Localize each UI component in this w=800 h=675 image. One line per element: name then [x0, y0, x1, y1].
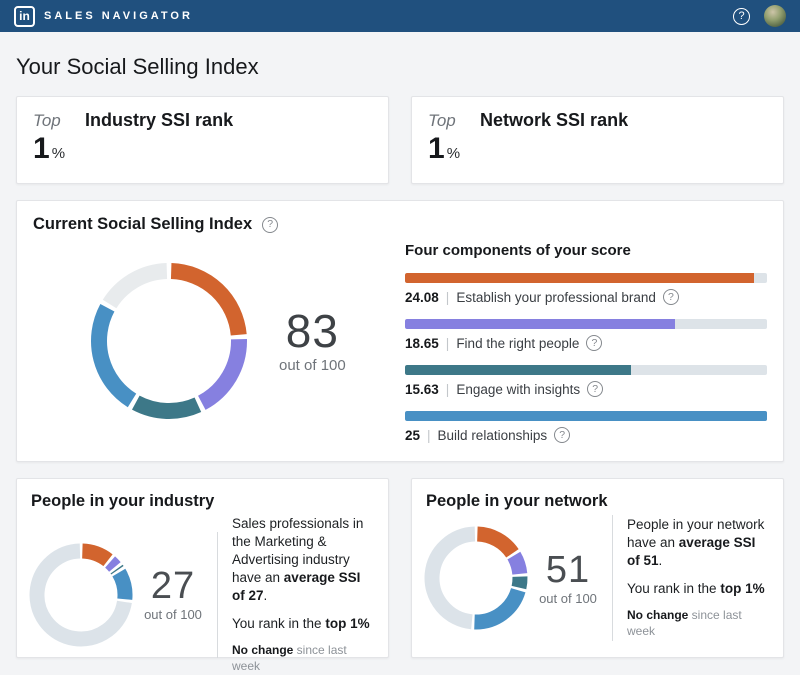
bar-label: 25 | Build relationships? [405, 427, 767, 443]
network-donut-chart [424, 526, 528, 630]
bar-track [405, 411, 767, 421]
linkedin-logo-icon[interactable]: in [14, 6, 35, 27]
bar-label: 18.65 | Find the right people? [405, 335, 767, 351]
industry-card-title: People in your industry [31, 492, 374, 511]
bar-label-text: Establish your professional brand [456, 290, 656, 305]
brand-title: SALES NAVIGATOR [44, 10, 193, 22]
bar-value: 15.63 [405, 382, 439, 397]
comparison-cards-row: People in your industry 27 out of 100 Sa… [16, 478, 784, 658]
network-rank-line: You rank in the top 1% [627, 580, 769, 598]
bar-track [405, 365, 767, 375]
industry-card-text: Sales professionals in the Marketing & A… [232, 515, 374, 675]
bar-fill [405, 273, 754, 283]
industry-donut-chart [29, 543, 133, 647]
industry-rank-line: You rank in the top 1% [232, 615, 374, 633]
separator: | [446, 290, 450, 305]
components-title: Four components of your score [405, 242, 767, 259]
network-change-line: No change since last week [627, 608, 769, 640]
separator: | [446, 382, 450, 397]
industry-score: 27 [139, 567, 207, 605]
donut-segment [89, 261, 249, 421]
network-score-caption: out of 100 [534, 591, 602, 606]
score-bar-row: 24.08 | Establish your professional brand? [405, 273, 767, 305]
network-card: People in your network 51 out of 100 Peo… [411, 478, 784, 658]
ssi-score-block: 83 out of 100 [279, 308, 346, 374]
network-rank-title: Network SSI rank [480, 110, 767, 131]
donut-segment [89, 261, 249, 421]
network-rank-value: 1 % [428, 133, 460, 165]
network-summary: People in your network have an average S… [627, 516, 769, 570]
industry-rank-value: 1 % [33, 133, 65, 165]
bar-fill [405, 365, 631, 375]
rank-cards-row: Top Industry SSI rank 1 % Top Network SS… [16, 96, 784, 184]
bar-label: 24.08 | Establish your professional brand? [405, 289, 767, 305]
help-icon[interactable]: ? [587, 381, 603, 397]
rank-number: 1 [33, 133, 50, 165]
score-bar-row: 25 | Build relationships? [405, 411, 767, 443]
bar-label: 15.63 | Engage with insights? [405, 381, 767, 397]
help-icon[interactable]: ? [663, 289, 679, 305]
score-components-bars: 24.08 | Establish your professional brand?… [405, 273, 767, 443]
rank-prefix: Top [33, 111, 65, 131]
bar-track [405, 273, 767, 283]
user-avatar[interactable] [764, 5, 786, 27]
separator: | [427, 428, 431, 443]
ssi-donut-chart [89, 261, 249, 421]
bar-label-text: Find the right people [456, 336, 579, 351]
current-ssi-card: Current Social Selling Index ? 83 out of… [16, 200, 784, 462]
help-icon[interactable]: ? [586, 335, 602, 351]
help-icon[interactable]: ? [733, 8, 750, 25]
ssi-score-caption: out of 100 [279, 357, 346, 374]
industry-change-line: No change since last week [232, 643, 374, 675]
industry-score-block: 27 out of 100 [139, 567, 207, 622]
vertical-divider [612, 515, 613, 641]
network-score-block: 51 out of 100 [534, 551, 602, 606]
industry-card: People in your industry 27 out of 100 Sa… [16, 478, 389, 658]
rank-number: 1 [428, 133, 445, 165]
network-card-title: People in your network [426, 492, 769, 511]
industry-score-caption: out of 100 [139, 607, 207, 622]
rank-percent-sign: % [447, 145, 460, 162]
rank-prefix: Top [428, 111, 460, 131]
page-body: Your Social Selling Index Top Industry S… [0, 32, 800, 658]
bar-value: 25 [405, 428, 420, 443]
network-score: 51 [534, 551, 602, 589]
bar-fill [405, 319, 675, 329]
bar-track [405, 319, 767, 329]
separator: | [446, 336, 450, 351]
network-card-text: People in your network have an average S… [627, 516, 769, 640]
bar-fill [405, 411, 767, 421]
bar-label-text: Engage with insights [456, 382, 580, 397]
score-bar-row: 18.65 | Find the right people? [405, 319, 767, 351]
industry-summary: Sales professionals in the Marketing & A… [232, 515, 374, 605]
help-icon[interactable]: ? [554, 427, 570, 443]
help-icon[interactable]: ? [262, 217, 278, 233]
vertical-divider [217, 532, 218, 658]
network-rank-card: Top Network SSI rank 1 % [411, 96, 784, 184]
industry-rank-title: Industry SSI rank [85, 110, 372, 131]
industry-rank-card: Top Industry SSI rank 1 % [16, 96, 389, 184]
bar-value: 18.65 [405, 336, 439, 351]
score-components-section: Four components of your score 24.08 | Esta… [405, 238, 767, 443]
rank-percent-sign: % [52, 145, 65, 162]
bar-value: 24.08 [405, 290, 439, 305]
page-title: Your Social Selling Index [16, 54, 784, 80]
current-ssi-title: Current Social Selling Index [33, 215, 252, 234]
top-navbar: in SALES NAVIGATOR ? [0, 0, 800, 32]
bar-label-text: Build relationships [438, 428, 548, 443]
ssi-score: 83 [279, 308, 346, 354]
donut-segment [89, 261, 249, 421]
score-bar-row: 15.63 | Engage with insights? [405, 365, 767, 397]
ssi-donut-section: 83 out of 100 [33, 261, 405, 421]
